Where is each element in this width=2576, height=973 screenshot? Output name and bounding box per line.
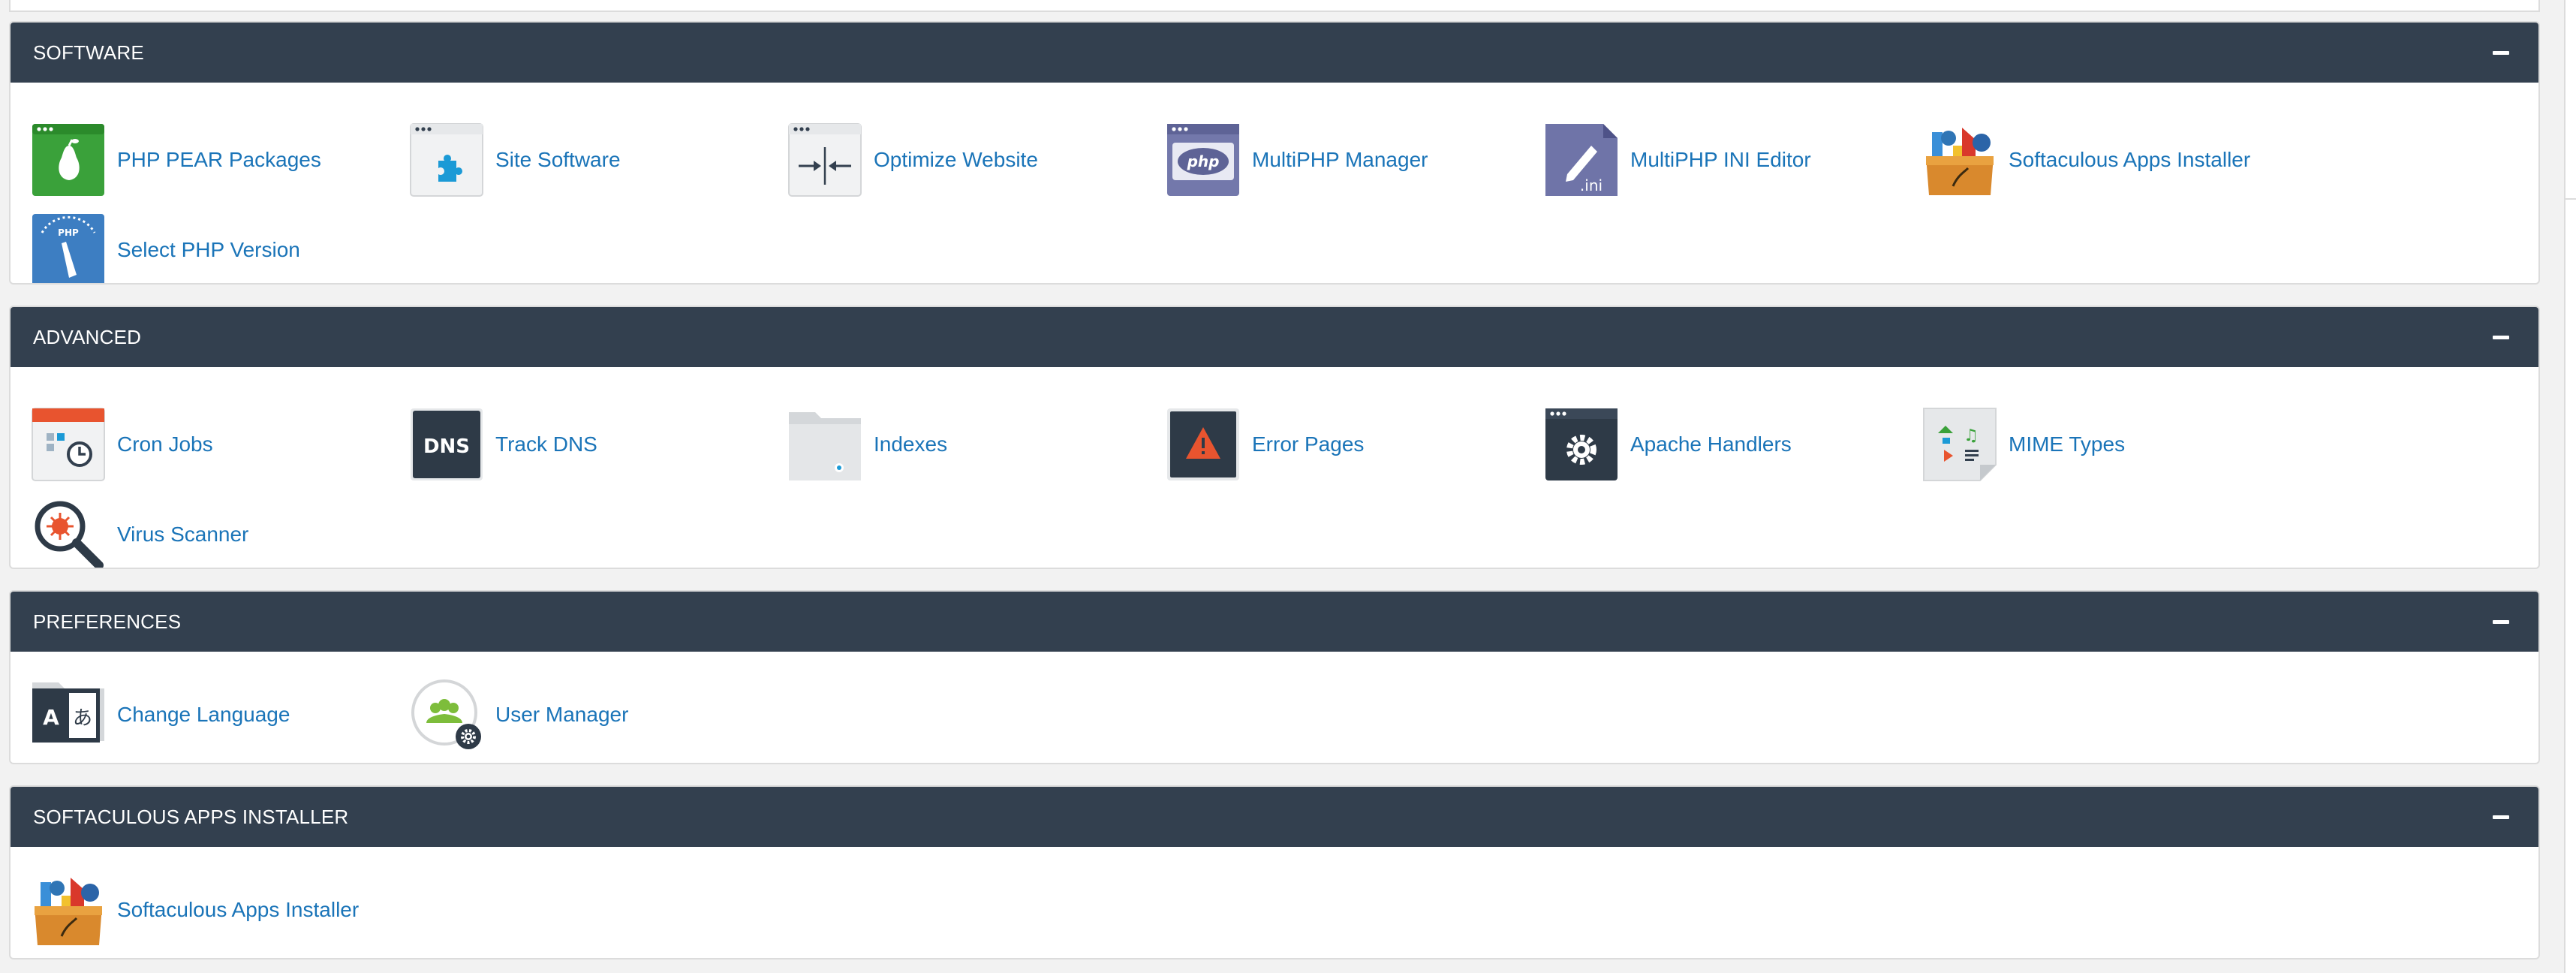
previous-panel-bottom xyxy=(9,0,2540,12)
cron-jobs-icon xyxy=(32,408,105,481)
user-manager-link[interactable]: User Manager xyxy=(410,677,628,752)
software-panel: SOFTWARE PHP PEAR Packages Site Software xyxy=(9,21,2540,285)
apache-handlers-link[interactable]: Apache Handlers xyxy=(1545,407,1792,482)
item-label: Indexes xyxy=(874,432,948,456)
item-label: MIME Types xyxy=(2009,432,2126,456)
item-label: Softaculous Apps Installer xyxy=(117,898,360,921)
item-label: Virus Scanner xyxy=(117,523,249,546)
track-dns-link[interactable]: DNS Track DNS xyxy=(410,407,597,482)
php-pear-icon xyxy=(32,124,104,196)
softaculous-collapse-button[interactable] xyxy=(2486,802,2516,832)
site-software-icon xyxy=(410,123,483,197)
softaculous-icon xyxy=(35,878,102,945)
svg-text:♫: ♫ xyxy=(1964,426,1979,445)
track-dns-icon: DNS xyxy=(411,408,483,480)
mime-types-link[interactable]: ♫ MIME Types xyxy=(1923,407,2125,482)
item-label: Error Pages xyxy=(1252,432,1365,456)
item-label: Optimize Website xyxy=(874,148,1038,171)
right-sidebar-edge xyxy=(2564,0,2576,973)
advanced-panel-header[interactable]: ADVANCED xyxy=(11,307,2538,367)
ini-editor-icon: .ini xyxy=(1545,124,1618,196)
select-php-version-link[interactable]: PHP Select PHP Version xyxy=(32,212,300,283)
item-label: Apache Handlers xyxy=(1630,432,1792,456)
item-label: PHP PEAR Packages xyxy=(117,148,321,171)
softaculous-apps-installer-link[interactable]: Softaculous Apps Installer xyxy=(1923,122,2250,197)
minus-icon xyxy=(2493,50,2509,55)
optimize-website-link[interactable]: Optimize Website xyxy=(788,122,1038,197)
svg-text:PHP: PHP xyxy=(58,227,79,238)
softaculous-panel-title: SOFTACULOUS APPS INSTALLER xyxy=(33,805,349,828)
site-software-link[interactable]: Site Software xyxy=(410,122,621,197)
advanced-panel-title: ADVANCED xyxy=(33,325,142,348)
item-label: Cron Jobs xyxy=(117,432,213,456)
multiphp-manager-link[interactable]: php MultiPHP Manager xyxy=(1166,122,1428,197)
item-label: MultiPHP INI Editor xyxy=(1630,148,1811,171)
preferences-panel-header[interactable]: PREFERENCES xyxy=(11,592,2538,652)
advanced-collapse-button[interactable] xyxy=(2486,322,2516,352)
item-label: MultiPHP Manager xyxy=(1252,148,1428,171)
svg-text:.ini: .ini xyxy=(1580,176,1602,194)
multiphp-manager-icon: php xyxy=(1167,124,1239,196)
minus-icon xyxy=(2493,335,2509,339)
item-label: Softaculous Apps Installer xyxy=(2009,148,2251,171)
item-label: Track DNS xyxy=(495,432,597,456)
svg-text:DNS: DNS xyxy=(423,435,470,458)
mime-types-icon: ♫ xyxy=(1923,408,1997,481)
advanced-panel: ADVANCED Cron Jobs DNS Track DNS Indexes… xyxy=(9,306,2540,569)
minus-icon xyxy=(2493,815,2509,819)
preferences-panel: PREFERENCES A あ Change Language User Man… xyxy=(9,590,2540,764)
change-language-icon: A あ xyxy=(32,682,104,743)
preferences-panel-title: PREFERENCES xyxy=(33,610,182,633)
softaculous-panel: SOFTACULOUS APPS INSTALLER Softaculous A… xyxy=(9,785,2540,959)
svg-text:php: php xyxy=(1187,152,1220,170)
item-label: User Manager xyxy=(495,703,629,726)
software-panel-header[interactable]: SOFTWARE xyxy=(11,23,2538,83)
error-pages-link[interactable]: Error Pages xyxy=(1166,407,1364,482)
select-php-version-icon: PHP xyxy=(32,214,104,283)
svg-text:A: A xyxy=(43,705,59,730)
softaculous-apps-installer-link-2[interactable]: Softaculous Apps Installer xyxy=(32,872,359,947)
multiphp-ini-editor-link[interactable]: .ini MultiPHP INI Editor xyxy=(1545,122,1811,197)
virus-scanner-link[interactable]: Virus Scanner xyxy=(32,497,249,568)
softaculous-icon xyxy=(1926,128,1994,195)
software-collapse-button[interactable] xyxy=(2486,38,2516,68)
minus-icon xyxy=(2493,619,2509,624)
error-pages-icon xyxy=(1167,408,1239,480)
item-label: Select PHP Version xyxy=(117,238,300,261)
softaculous-panel-header[interactable]: SOFTACULOUS APPS INSTALLER xyxy=(11,787,2538,847)
item-label: Change Language xyxy=(117,703,290,726)
preferences-collapse-button[interactable] xyxy=(2486,607,2516,637)
indexes-folder-icon xyxy=(789,412,861,480)
cron-jobs-link[interactable]: Cron Jobs xyxy=(32,407,213,482)
item-label: Site Software xyxy=(495,148,621,171)
apache-handlers-gear-icon xyxy=(1545,408,1618,480)
virus-scanner-icon xyxy=(35,501,104,568)
user-manager-icon xyxy=(411,679,481,749)
svg-text:あ: あ xyxy=(73,707,92,730)
php-pear-packages-link[interactable]: PHP PEAR Packages xyxy=(32,122,321,197)
change-language-link[interactable]: A あ Change Language xyxy=(32,677,290,752)
software-panel-title: SOFTWARE xyxy=(33,41,144,64)
indexes-link[interactable]: Indexes xyxy=(788,407,947,482)
optimize-website-icon xyxy=(788,123,862,197)
